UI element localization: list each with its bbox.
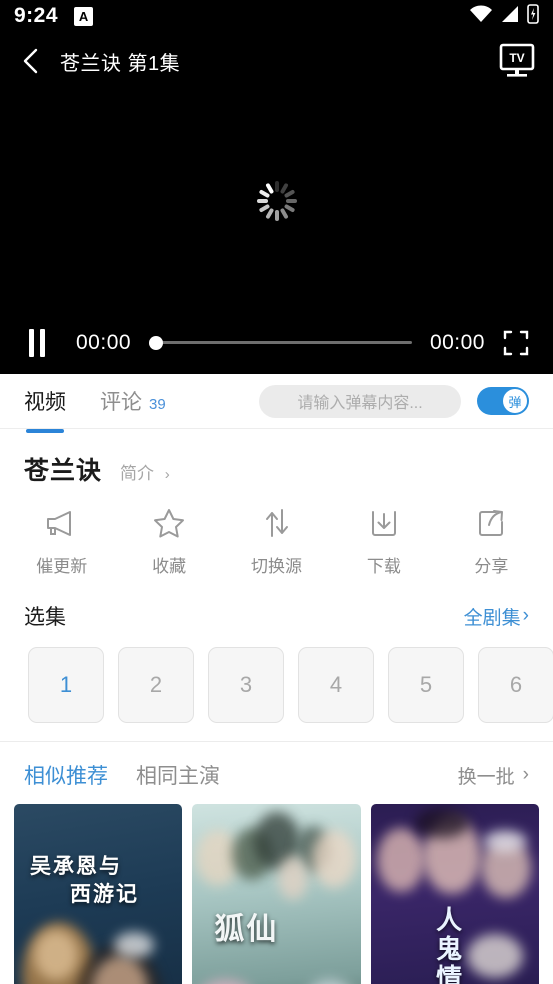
action-button-favorite[interactable]: 收藏 (115, 507, 222, 577)
chevron-right-icon: › (164, 466, 170, 483)
episodes-header: 选集 全剧集 › (0, 591, 553, 631)
action-button-download[interactable]: 下载 (330, 507, 437, 577)
recommend-card[interactable]: 人鬼情缘 人鬼故事齐聚聊... (370, 804, 539, 984)
episode-chip[interactable]: 4 (298, 647, 374, 723)
progress-knob[interactable] (149, 335, 164, 350)
episode-list[interactable]: 1 2 3 4 5 6 (0, 631, 553, 741)
show-brief-link[interactable]: 简介 › (120, 459, 170, 484)
show-brief-label: 简介 (120, 464, 155, 483)
episode-chip[interactable]: 3 (208, 647, 284, 723)
episode-chip[interactable]: 1 (28, 647, 104, 723)
action-label: 分享 (474, 557, 509, 576)
recommend-card[interactable]: 狐仙 全43集 (192, 804, 361, 984)
battery-charging-icon (527, 3, 539, 29)
show-info: 苍兰诀 简介 › (0, 429, 553, 487)
action-button-share[interactable]: 分享 (438, 507, 545, 577)
tab-comments[interactable]: 评论 39 (100, 386, 166, 416)
tab-video-label: 视频 (24, 391, 66, 414)
danmaku-toggle-label: 弹 (503, 389, 527, 413)
poster-image: 吴承恩与 西游记 (14, 804, 183, 984)
episode-chip[interactable]: 6 (478, 647, 553, 723)
action-label: 收藏 (152, 557, 187, 576)
total-time-label: 00:00 (429, 330, 485, 354)
star-icon (152, 507, 186, 544)
tab-same-cast[interactable]: 相同主演 (136, 760, 220, 790)
action-button-update[interactable]: 催更新 (8, 507, 115, 577)
all-episodes-link[interactable]: 全剧集 › (464, 603, 529, 630)
video-player[interactable] (0, 90, 553, 311)
download-icon (367, 507, 401, 544)
wifi-icon (469, 5, 493, 28)
show-name: 苍兰诀 (24, 457, 103, 485)
chevron-right-icon: › (522, 764, 529, 785)
chevron-right-icon: › (522, 605, 529, 626)
tv-cast-icon[interactable]: TV (495, 41, 539, 81)
episode-chip[interactable]: 5 (388, 647, 464, 723)
status-icons (469, 3, 539, 29)
recommend-card[interactable]: 吴承恩与 西游记 更新至第46集 (14, 804, 183, 984)
back-chevron-icon[interactable] (14, 44, 48, 78)
app-screen: 9:24 A 苍兰诀 第1集 TV 00:00 00:00 视频 评论 39 请… (0, 0, 553, 984)
page-title: 苍兰诀 第1集 (60, 52, 181, 75)
action-button-switch-source[interactable]: 切换源 (223, 507, 330, 577)
recommend-header: 相似推荐 相同主演 换一批 › (0, 742, 553, 790)
loading-spinner-icon (255, 179, 299, 223)
episodes-title: 选集 (24, 606, 66, 629)
all-episodes-label: 全剧集 (463, 607, 521, 629)
megaphone-icon (42, 507, 82, 544)
pause-button[interactable] (20, 328, 54, 358)
cellular-signal-icon (500, 5, 520, 28)
tab-similar-recommend[interactable]: 相似推荐 (24, 760, 108, 790)
player-controls: 00:00 00:00 (0, 311, 553, 374)
poster-image: 人鬼情缘 (370, 804, 539, 984)
status-time: 9:24 (14, 4, 59, 27)
title-bar: 苍兰诀 第1集 TV (0, 32, 553, 90)
tab-comments-label: 评论 (100, 391, 142, 414)
action-label: 催更新 (36, 557, 88, 576)
poster-image: 狐仙 (192, 804, 361, 984)
danmaku-toggle[interactable]: 弹 (477, 387, 529, 415)
tab-video[interactable]: 视频 (24, 386, 66, 433)
status-bar: 9:24 A (0, 0, 553, 32)
action-label: 切换源 (251, 557, 303, 576)
comments-count: 39 (149, 396, 166, 413)
episode-chip[interactable]: 2 (118, 647, 194, 723)
progress-track (155, 341, 412, 344)
progress-slider[interactable] (149, 333, 412, 353)
action-button-row: 催更新 收藏 切换源 下载 分享 (0, 487, 553, 591)
recommend-card-list: 吴承恩与 西游记 更新至第46集 狐仙 全43集 (0, 790, 553, 984)
share-icon (474, 507, 508, 544)
refresh-label: 换一批 (457, 766, 515, 788)
refresh-recommend-button[interactable]: 换一批 › (458, 762, 529, 789)
svg-text:TV: TV (509, 51, 524, 65)
current-time-label: 00:00 (76, 330, 132, 354)
content-tabs-bar: 视频 评论 39 请输入弹幕内容... 弹 (0, 374, 553, 433)
app-notification-badge-icon: A (74, 6, 94, 26)
switch-source-icon (260, 507, 294, 544)
danmaku-input[interactable]: 请输入弹幕内容... (259, 384, 461, 418)
fullscreen-icon[interactable] (499, 328, 533, 358)
action-label: 下载 (366, 557, 401, 576)
